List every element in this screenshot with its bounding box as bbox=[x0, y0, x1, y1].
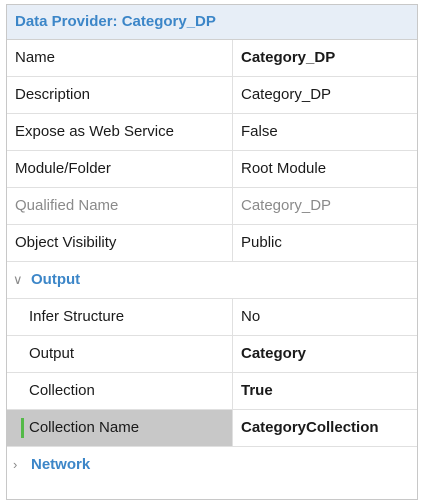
property-label: Qualified Name bbox=[7, 188, 233, 224]
property-value-select[interactable]: False bbox=[233, 114, 417, 150]
property-value-select[interactable]: Root Module bbox=[233, 151, 417, 187]
chevron-right-icon: › bbox=[13, 457, 18, 472]
property-row-module-folder[interactable]: Module/Folder Root Module bbox=[7, 151, 417, 188]
property-label: Name bbox=[7, 40, 233, 76]
property-row-description[interactable]: Description Category_DP bbox=[7, 77, 417, 114]
property-row-name[interactable]: Name Category_DP bbox=[7, 40, 417, 77]
chevron-down-icon: ∨ bbox=[13, 272, 23, 287]
property-label: Collection Name bbox=[7, 410, 233, 446]
section-output-toggle[interactable]: ∨ Output bbox=[7, 262, 417, 299]
property-label: Description bbox=[7, 77, 233, 113]
panel-title: Data Provider: Category_DP bbox=[7, 5, 417, 40]
section-label: Network bbox=[31, 456, 91, 473]
properties-panel: Data Provider: Category_DP Name Category… bbox=[6, 4, 418, 500]
property-label: Object Visibility bbox=[7, 225, 233, 261]
property-value-select[interactable]: True bbox=[233, 373, 417, 409]
property-row-infer-structure[interactable]: Infer Structure No bbox=[7, 299, 417, 336]
property-row-collection[interactable]: Collection True bbox=[7, 373, 417, 410]
property-row-qualified-name: Qualified Name Category_DP bbox=[7, 188, 417, 225]
property-value-readonly: Category_DP bbox=[241, 197, 332, 214]
property-row-output[interactable]: Output Category bbox=[7, 336, 417, 373]
property-row-object-visibility[interactable]: Object Visibility Public bbox=[7, 225, 417, 262]
property-row-expose-web-service[interactable]: Expose as Web Service False bbox=[7, 114, 417, 151]
property-label: Infer Structure bbox=[7, 299, 233, 335]
property-value-input[interactable]: CategoryCollection bbox=[233, 410, 417, 446]
property-label: Output bbox=[7, 336, 233, 372]
property-label: Module/Folder bbox=[7, 151, 233, 187]
property-value-input[interactable]: Category_DP bbox=[233, 77, 417, 113]
property-value-select[interactable]: No bbox=[233, 299, 417, 335]
property-value-input[interactable]: Category_DP bbox=[233, 40, 417, 76]
property-value-select[interactable]: Category bbox=[233, 336, 417, 372]
property-label: Collection bbox=[7, 373, 233, 409]
property-row-collection-name[interactable]: Collection Name CategoryCollection bbox=[7, 410, 417, 447]
section-label: Output bbox=[31, 271, 81, 288]
property-label: Expose as Web Service bbox=[7, 114, 233, 150]
property-value-select[interactable]: Public bbox=[233, 225, 417, 261]
section-network-toggle[interactable]: › Network bbox=[7, 447, 417, 484]
